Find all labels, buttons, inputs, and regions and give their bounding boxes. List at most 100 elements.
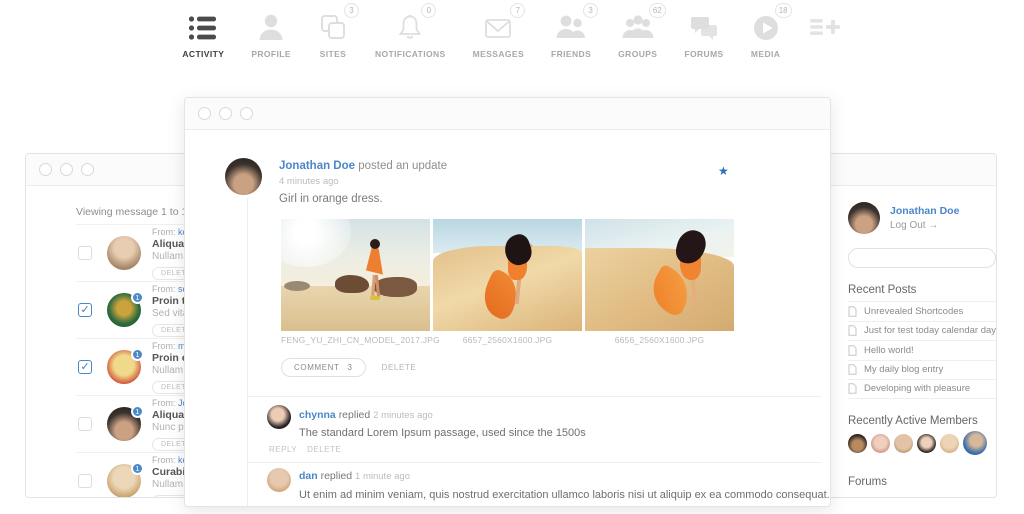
member-avatar[interactable] — [894, 434, 913, 453]
nav-label: FORUMS — [684, 49, 723, 59]
thread-line — [247, 198, 248, 506]
avatar[interactable] — [225, 158, 262, 195]
comment-header: dan replied 1 minute ago — [299, 470, 410, 482]
recent-post-item[interactable]: Hello world! — [848, 340, 997, 360]
nav-item-friends[interactable]: 3 FRIENDS — [551, 6, 591, 59]
top-navigation: ACTIVITY PROFILE 3 SITES — [0, 6, 1024, 59]
activity-icon — [188, 6, 218, 42]
envelope-icon: 7 — [482, 6, 514, 42]
nav-item-notifications[interactable]: 0 NOTIFICATIONS — [375, 6, 446, 59]
divider — [247, 462, 821, 463]
nav-item-activity[interactable]: ACTIVITY — [182, 6, 224, 59]
window-dot-icon[interactable] — [60, 163, 73, 176]
nav-label: PROFILE — [251, 49, 291, 59]
nav-label: NOTIFICATIONS — [375, 49, 446, 59]
delete-button[interactable]: DELETE — [307, 445, 341, 454]
favorite-star-icon[interactable]: ★ — [718, 164, 729, 178]
sidebar-user-name[interactable]: Jonathan Doe — [890, 205, 959, 217]
nav-label: SITES — [320, 49, 347, 59]
unread-badge: 1 — [131, 348, 144, 361]
avatar — [107, 236, 141, 270]
avatar[interactable] — [267, 405, 291, 429]
post-author-link[interactable]: Jonathan Doe — [279, 160, 355, 172]
nav-badge: 7 — [510, 3, 525, 18]
sites-windows-icon: 3 — [318, 6, 348, 42]
post-actions: COMMENT3 DELETE — [281, 358, 416, 377]
divider — [247, 396, 821, 397]
document-icon — [848, 306, 857, 317]
document-icon — [848, 383, 857, 394]
window-dot-icon[interactable] — [219, 107, 232, 120]
photo-captions: FENG_YU_ZHI_CN_MODEL_2017.JPG 6657_2560X… — [281, 335, 734, 345]
nav-label: ACTIVITY — [182, 49, 224, 59]
comment-body-text: The standard Lorem Ipsum passage, used s… — [299, 427, 586, 439]
photo-thumbnail[interactable] — [281, 219, 430, 331]
avatar[interactable] — [267, 468, 291, 492]
photo-thumbnail[interactable] — [433, 219, 582, 331]
activity-window: Jonathan Doe posted an update 4 minutes … — [184, 97, 831, 507]
delete-button[interactable]: DELETE — [382, 363, 417, 372]
nav-badge: 3 — [583, 3, 598, 18]
member-avatar[interactable] — [871, 434, 890, 453]
window-header — [185, 98, 830, 130]
sidebar-search — [848, 248, 996, 268]
nav-item-groups[interactable]: 62 GROUPS — [618, 6, 657, 59]
recent-post-item[interactable]: Unrevealed Shortcodes — [848, 301, 997, 321]
recent-post-item[interactable]: Just for test today calendar day — [848, 321, 997, 341]
photo-caption: 6656_2560X1600.JPG — [585, 335, 734, 345]
reply-button[interactable]: REPLY — [269, 445, 297, 454]
comment-author-link[interactable]: dan — [299, 470, 318, 482]
chat-bubbles-icon — [689, 6, 719, 42]
active-members-title: Recently Active Members — [848, 415, 978, 427]
logout-link[interactable]: Log Out → — [890, 220, 959, 231]
member-avatar[interactable] — [940, 434, 959, 453]
member-avatar[interactable] — [848, 434, 867, 453]
search-input[interactable] — [849, 253, 997, 264]
sidebar-user-block: Jonathan Doe Log Out → — [848, 202, 959, 234]
message-checkbox[interactable] — [78, 303, 92, 317]
window-dot-icon[interactable] — [81, 163, 94, 176]
nav-item-sites[interactable]: 3 SITES — [318, 6, 348, 59]
recent-post-item[interactable]: Developing with pleasure — [848, 379, 997, 399]
message-checkbox[interactable] — [78, 474, 92, 488]
comment-body-text: Ut enim ad minim veniam, quis nostrud ex… — [299, 489, 830, 501]
recent-posts-title: Recent Posts — [848, 284, 916, 296]
nav-item-forums[interactable]: FORUMS — [684, 6, 723, 59]
post-body-text: Girl in orange dress. — [279, 193, 383, 205]
nav-item-messages[interactable]: 7 MESSAGES — [473, 6, 524, 59]
message-checkbox[interactable] — [78, 360, 92, 374]
window-dot-icon[interactable] — [240, 107, 253, 120]
message-checkbox[interactable] — [78, 417, 92, 431]
member-avatar[interactable] — [963, 431, 987, 455]
nav-item-profile[interactable]: PROFILE — [251, 6, 291, 59]
app-screen: ACTIVITY PROFILE 3 SITES — [0, 0, 1024, 514]
friends-icon: 3 — [555, 6, 587, 42]
avatar[interactable] — [848, 202, 880, 234]
document-icon — [848, 364, 857, 375]
post-timestamp: 4 minutes ago — [279, 176, 339, 187]
avatar: 1 — [107, 293, 141, 327]
post-header: Jonathan Doe posted an update — [279, 160, 447, 172]
recent-post-item[interactable]: My daily blog entry — [848, 360, 997, 380]
groups-icon: 62 — [621, 6, 655, 42]
photo-thumbnail[interactable] — [585, 219, 734, 331]
unread-badge: 1 — [131, 462, 144, 475]
unread-badge: 1 — [131, 405, 144, 418]
comment-author-link[interactable]: chynna — [299, 409, 336, 421]
avatar: 1 — [107, 464, 141, 498]
comment-button[interactable]: COMMENT3 — [281, 358, 366, 377]
avatar: 1 — [107, 350, 141, 384]
window-dot-icon[interactable] — [39, 163, 52, 176]
message-checkbox[interactable] — [78, 246, 92, 260]
photo-caption: 6657_2560X1600.JPG — [433, 335, 582, 345]
nav-label: GROUPS — [618, 49, 657, 59]
member-avatar[interactable] — [917, 434, 936, 453]
comment-count: 3 — [348, 363, 353, 372]
nav-badge: 18 — [775, 3, 792, 18]
nav-item-media[interactable]: 18 MEDIA — [751, 6, 781, 59]
nav-badge: 3 — [344, 3, 359, 18]
nav-label: MEDIA — [751, 49, 780, 59]
nav-label: FRIENDS — [551, 49, 591, 59]
nav-item-compose[interactable] — [808, 6, 842, 59]
window-dot-icon[interactable] — [198, 107, 211, 120]
